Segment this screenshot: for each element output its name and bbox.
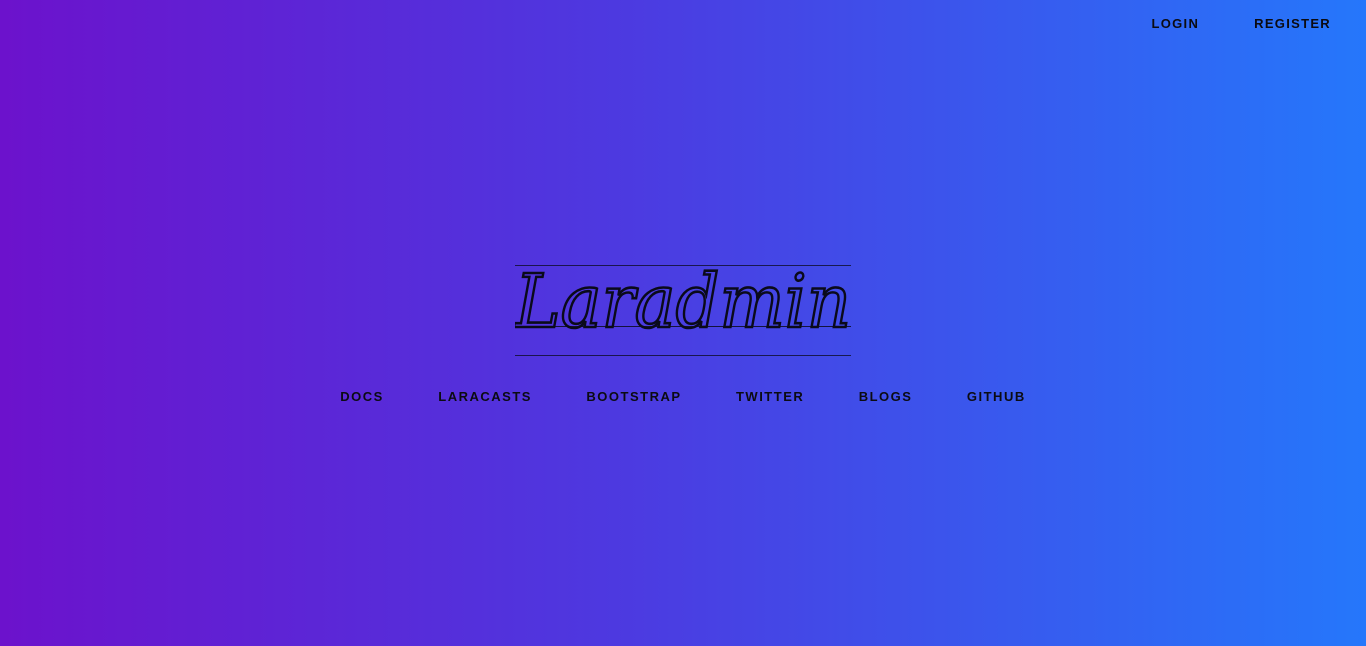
- welcome-page: { "top_nav": { "login": "LOGIN", "regist…: [0, 0, 1366, 646]
- login-link[interactable]: LOGIN: [1151, 16, 1199, 32]
- link-docs[interactable]: DOCS: [315, 389, 409, 405]
- link-blogs[interactable]: BLOGS: [834, 389, 938, 405]
- link-twitter[interactable]: TWITTER: [711, 389, 829, 405]
- link-github[interactable]: GITHUB: [942, 389, 1051, 405]
- logo-bottom-rule: [515, 355, 851, 356]
- link-laracasts[interactable]: LARACASTS: [413, 389, 557, 405]
- register-link[interactable]: REGISTER: [1254, 16, 1331, 32]
- footer-links: DOCS LARACASTS BOOTSTRAP TWITTER BLOGS G…: [0, 388, 1366, 406]
- logo-wordmark: Laradmin: [515, 265, 851, 335]
- logo-text: Laradmin: [515, 265, 851, 335]
- logo: Laradmin: [515, 265, 851, 356]
- link-bootstrap[interactable]: BOOTSTRAP: [561, 389, 706, 405]
- top-right-nav: LOGIN REGISTER: [1096, 16, 1331, 32]
